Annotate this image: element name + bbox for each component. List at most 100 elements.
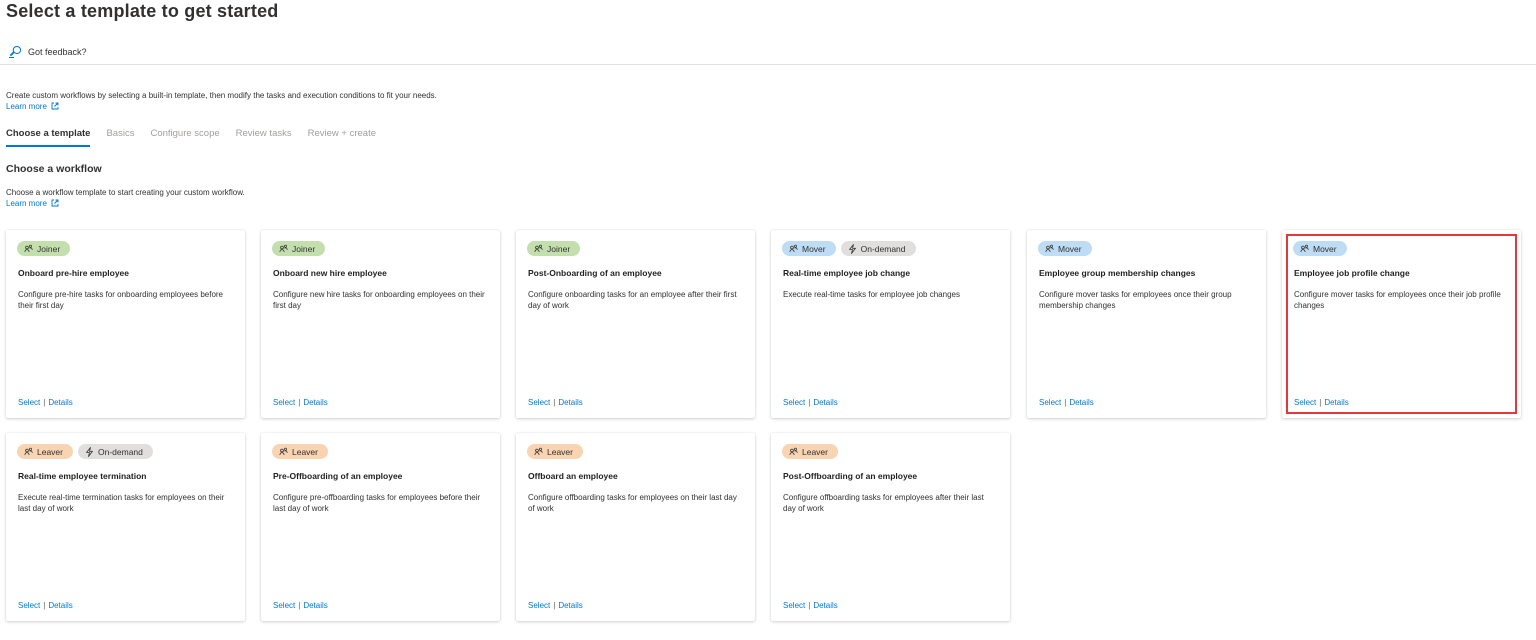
card-description: Configure pre-offboarding tasks for empl… (273, 493, 481, 513)
tag-leaver: Leaver (527, 444, 583, 459)
tag-joiner: Joiner (527, 241, 581, 256)
card-actions: Select | Details (18, 398, 73, 407)
template-card[interactable]: Joiner Post-Onboarding of an employee Conf… (516, 230, 755, 418)
page-title-text: Select a template to get started (6, 1, 279, 21)
tag-label: Mover (1058, 243, 1082, 254)
link-separator: | (1319, 398, 1322, 407)
card-title: Offboard an employee (528, 471, 618, 481)
lightning-icon (85, 446, 94, 457)
tab-choose-template[interactable]: Choose a template (6, 128, 91, 147)
card-title: Employee group membership changes (1039, 268, 1196, 278)
tag-label: Leaver (802, 446, 828, 457)
details-link[interactable]: Details (1069, 398, 1093, 407)
tag-label: On-demand (98, 446, 143, 457)
select-link[interactable]: Select (273, 601, 295, 610)
people-icon (1045, 244, 1054, 253)
tag-label: Joiner (292, 243, 316, 254)
page-title: Select a template to get started (6, 1, 278, 22)
template-card[interactable]: Mover Employee group membership changes Co… (1027, 230, 1266, 418)
intro-block: Create custom workflows by selecting a b… (6, 90, 437, 113)
card-title: Onboard new hire employee (273, 268, 387, 278)
details-link[interactable]: Details (1324, 398, 1348, 407)
tab-review-create[interactable]: Review + create (308, 128, 376, 147)
people-icon (789, 447, 798, 456)
template-card[interactable]: Mover On-demand Real-time employee job cha… (771, 230, 1010, 418)
tag-mover: Mover (1293, 241, 1347, 256)
details-link[interactable]: Details (48, 601, 72, 610)
card-title: Post-Onboarding of an employee (528, 268, 662, 278)
link-separator: | (298, 398, 301, 407)
card-title: Onboard pre-hire employee (18, 268, 129, 278)
template-card[interactable]: Leaver Post-Offboarding of an employee Con… (771, 433, 1010, 621)
tab-review-tasks[interactable]: Review tasks (236, 128, 292, 147)
select-link[interactable]: Select (783, 601, 805, 610)
tag-label: Joiner (547, 243, 571, 254)
card-description: Execute real-time termination tasks for … (18, 493, 225, 513)
tag-mover: Mover (782, 241, 836, 256)
card-description: Configure mover tasks for employees once… (1294, 290, 1501, 310)
intro-learn-more-link[interactable]: Learn more (6, 102, 47, 111)
card-tags: Leaver On-demand (17, 444, 153, 459)
select-link[interactable]: Select (273, 398, 295, 407)
card-tags: Leaver (527, 444, 583, 459)
people-icon (279, 244, 288, 253)
select-link[interactable]: Select (18, 601, 40, 610)
tag-label: Joiner (37, 243, 61, 254)
details-link[interactable]: Details (303, 398, 327, 407)
template-card[interactable]: Leaver Pre-Offboarding of an employee Conf… (261, 433, 500, 621)
section-description-block: Choose a workflow template to start crea… (6, 187, 245, 210)
card-tags: Joiner (272, 241, 326, 256)
select-link[interactable]: Select (1294, 398, 1316, 407)
card-title: Real-time employee job change (783, 268, 911, 278)
tag-leaver: Leaver (782, 444, 838, 459)
people-icon (534, 244, 543, 253)
select-link[interactable]: Select (783, 398, 805, 407)
details-link[interactable]: Details (558, 601, 582, 610)
card-actions: Select | Details (528, 601, 583, 610)
card-description: Configure onboarding tasks for an employ… (528, 290, 737, 310)
select-link[interactable]: Select (18, 398, 40, 407)
feedback-button[interactable]: Got feedback? (8, 42, 87, 62)
select-link[interactable]: Select (1039, 398, 1061, 407)
people-icon (24, 244, 33, 253)
card-actions: Select | Details (783, 398, 838, 407)
more-options-button[interactable]: ··· (258, 6, 272, 18)
card-tags: Mover (1293, 241, 1347, 256)
details-link[interactable]: Details (813, 398, 837, 407)
card-actions: Select | Details (1039, 398, 1094, 407)
card-actions: Select | Details (783, 601, 838, 610)
people-icon (1300, 244, 1309, 253)
tab-configure-scope[interactable]: Configure scope (150, 128, 219, 147)
tag-label: Mover (802, 243, 826, 254)
details-link[interactable]: Details (813, 601, 837, 610)
section-learn-more-link[interactable]: Learn more (6, 199, 47, 208)
link-separator: | (553, 601, 556, 610)
template-card[interactable]: Leaver On-demand Real-time employee termin… (6, 433, 245, 621)
link-separator: | (298, 601, 301, 610)
wizard-tabs: Choose a template Basics Configure scope… (6, 128, 392, 147)
template-card[interactable]: Joiner Onboard pre-hire employee Configure… (6, 230, 245, 418)
link-separator: | (808, 601, 811, 610)
section-description: Choose a workflow template to start crea… (6, 188, 245, 197)
tag-label: Leaver (292, 446, 318, 457)
tab-basics[interactable]: Basics (106, 128, 134, 147)
tag-leaver: Leaver (272, 444, 328, 459)
template-card[interactable]: Leaver Offboard an employee Configure offb… (516, 433, 755, 621)
select-link[interactable]: Select (528, 398, 550, 407)
card-actions: Select | Details (273, 398, 328, 407)
card-description: Configure mover tasks for employees once… (1039, 290, 1232, 310)
people-icon (279, 447, 288, 456)
details-link[interactable]: Details (48, 398, 72, 407)
details-link[interactable]: Details (303, 601, 327, 610)
link-separator: | (808, 398, 811, 407)
details-link[interactable]: Details (558, 398, 582, 407)
card-title: Pre-Offboarding of an employee (273, 471, 403, 481)
template-card[interactable]: Mover Employee job profile change Configur… (1282, 230, 1521, 418)
template-card[interactable]: Joiner Onboard new hire employee Configure… (261, 230, 500, 418)
card-description: Configure new hire tasks for onboarding … (273, 290, 485, 310)
card-title: Employee job profile change (1294, 268, 1410, 278)
card-tags: Joiner (527, 241, 581, 256)
people-icon (534, 447, 543, 456)
tag-label: Leaver (37, 446, 63, 457)
select-link[interactable]: Select (528, 601, 550, 610)
